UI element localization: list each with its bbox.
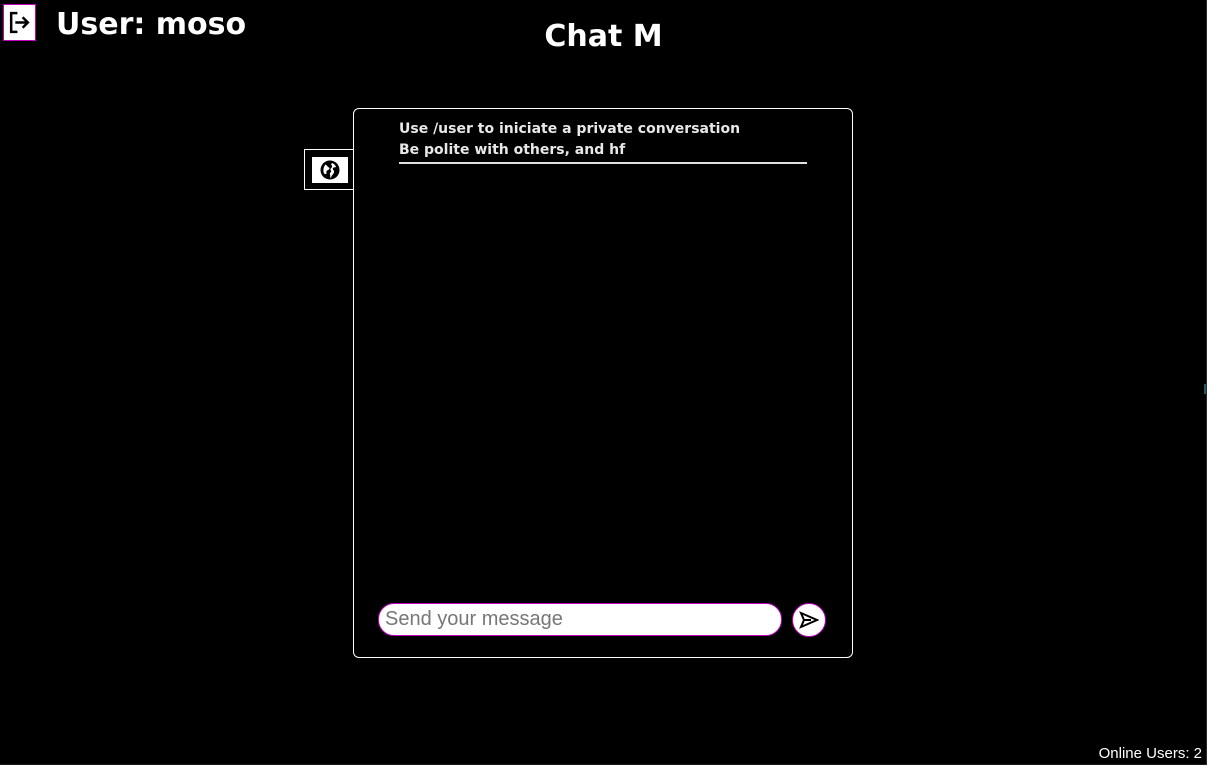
message-input[interactable] xyxy=(378,603,782,636)
room-tab-icon-box xyxy=(311,156,348,183)
notice-line: Be polite with others, and hf xyxy=(399,142,626,158)
online-users-count: Online Users: 2 xyxy=(1098,745,1202,762)
notice-line: Use /user to iniciate a private conversa… xyxy=(399,121,741,137)
chat-page: User: moso Chat M Use /user to iniciate … xyxy=(0,0,1207,765)
window-edge-marker xyxy=(1204,384,1206,394)
send-icon xyxy=(799,611,819,629)
chat-rules-notice: Use /user to iniciate a private conversa… xyxy=(399,119,807,164)
chat-panel: Use /user to iniciate a private conversa… xyxy=(353,108,853,658)
globe-icon xyxy=(320,160,339,179)
app-title: Chat M xyxy=(544,19,663,54)
room-tab-global[interactable] xyxy=(304,149,354,190)
send-button[interactable] xyxy=(792,603,826,637)
message-list[interactable] xyxy=(399,169,807,589)
